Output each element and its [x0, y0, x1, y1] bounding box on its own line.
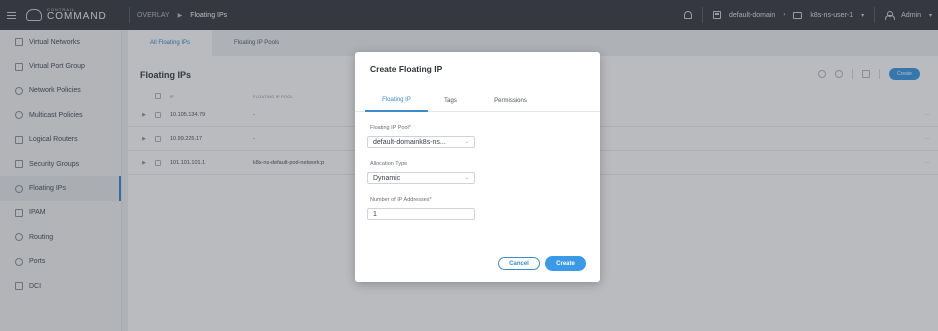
ip-count-label: Number of IP Addresses*: [370, 197, 432, 203]
required-marker: *: [429, 197, 432, 203]
create-submit-button[interactable]: Create: [545, 256, 586, 271]
create-floating-ip-dialog: Create Floating IP Floating IP Tags Perm…: [355, 52, 600, 282]
chevron-down-icon: ⌄: [464, 175, 469, 181]
pool-value: default-domaink8s-ns...: [373, 138, 446, 146]
cancel-button[interactable]: Cancel: [498, 257, 540, 270]
chevron-down-icon: ⌄: [464, 139, 469, 145]
tab-permissions[interactable]: Permissions: [473, 90, 548, 112]
ip-count-input[interactable]: 1: [367, 208, 475, 220]
ip-count-value: 1: [373, 210, 377, 218]
dialog-tabs: Floating IP Tags Permissions: [355, 90, 600, 112]
allocation-type-value: Dynamic: [373, 174, 401, 182]
pool-label: Floating IP Pool*: [370, 125, 411, 131]
floating-ip-pool-select[interactable]: default-domaink8s-ns... ⌄: [367, 136, 475, 148]
tab-floating-ip[interactable]: Floating IP: [365, 90, 428, 112]
required-marker: *: [408, 125, 411, 131]
allocation-type-label: Allocation Type: [370, 161, 408, 167]
allocation-type-select[interactable]: Dynamic ⌄: [367, 172, 475, 184]
tab-tags[interactable]: Tags: [428, 90, 473, 112]
dialog-title: Create Floating IP: [370, 64, 443, 74]
